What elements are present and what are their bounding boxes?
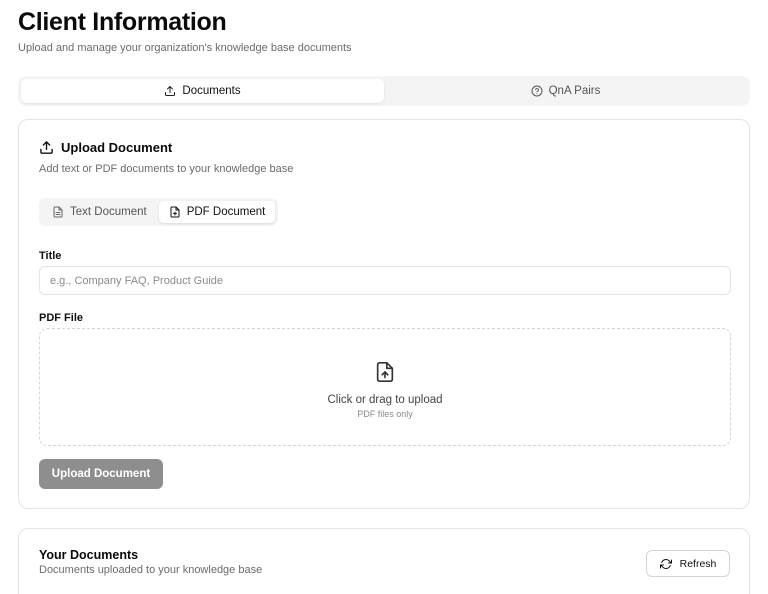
your-documents-card: Your Documents Documents uploaded to you…: [18, 528, 750, 594]
your-documents-description: Documents uploaded to your knowledge bas…: [39, 564, 263, 576]
document-type-switch: Text Document PDF Document: [39, 198, 279, 226]
main-tabs: Documents QnA Pairs: [18, 76, 750, 106]
title-field-label: Title: [39, 250, 62, 262]
help-circle-icon: [531, 85, 543, 97]
tab-documents-label: Documents: [182, 85, 241, 97]
pdf-dropzone[interactable]: Click or drag to upload PDF files only: [39, 328, 731, 446]
upload-icon: [164, 85, 176, 97]
upload-card-description: Add text or PDF documents to your knowle…: [39, 163, 294, 175]
title-input[interactable]: [39, 266, 731, 295]
text-document-label: Text Document: [70, 206, 147, 218]
pdf-document-label: PDF Document: [186, 206, 266, 218]
page-title: Client Information: [18, 8, 227, 36]
upload-icon: [39, 140, 54, 155]
upload-document-button[interactable]: Upload Document: [39, 459, 163, 489]
tab-documents[interactable]: Documents: [21, 79, 384, 103]
refresh-label: Refresh: [679, 557, 717, 570]
file-upload-icon: [374, 360, 396, 384]
tab-qna-pairs[interactable]: QnA Pairs: [384, 79, 747, 103]
file-text-icon: [52, 206, 64, 218]
refresh-button[interactable]: Refresh: [646, 550, 730, 577]
refresh-icon: [659, 558, 672, 570]
pdf-document-option[interactable]: PDF Document: [158, 201, 276, 223]
dropzone-main-text: Click or drag to upload: [327, 393, 443, 406]
dropzone-sub-text: PDF files only: [357, 408, 413, 419]
upload-document-card: Upload Document Add text or PDF document…: [18, 119, 750, 509]
file-plus-icon: [169, 206, 181, 218]
tab-qna-pairs-label: QnA Pairs: [548, 85, 601, 97]
page-subtitle: Upload and manage your organization's kn…: [18, 42, 352, 54]
upload-card-title: Upload Document: [61, 140, 173, 155]
pdf-file-label: PDF File: [39, 312, 84, 324]
text-document-option[interactable]: Text Document: [42, 201, 157, 223]
your-documents-title: Your Documents: [39, 548, 139, 562]
upload-card-heading: Upload Document: [39, 140, 172, 155]
